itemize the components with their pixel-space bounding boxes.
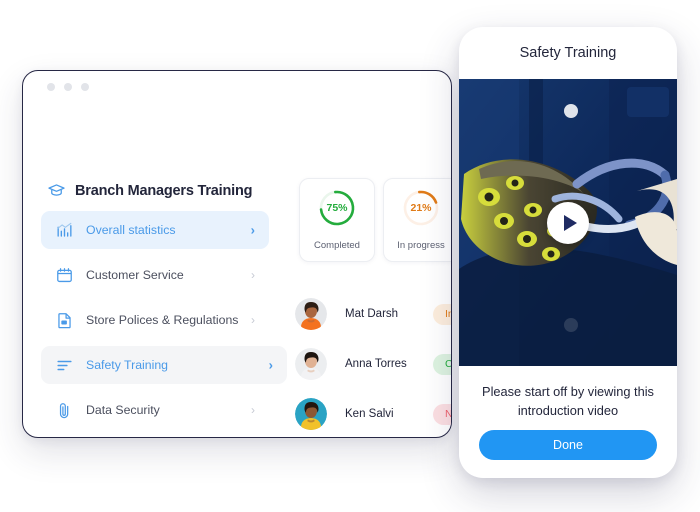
stat-value: 75% [326, 202, 348, 214]
list-item[interactable]: Mat Darsh In progress [295, 289, 451, 339]
avatar [295, 398, 327, 430]
status-badge: Completed [433, 353, 451, 375]
page-title: Branch Managers Training [75, 182, 253, 199]
sidebar-item-label: Safety Training [86, 358, 169, 372]
sidebar-item-label: Customer Service [86, 268, 184, 282]
user-name: Anna Torres [345, 358, 407, 370]
list-item[interactable]: Anna Torres Completed [295, 339, 451, 389]
chevron-right-icon: › [268, 357, 273, 373]
user-name: Ken Salvi [345, 408, 394, 420]
document-icon [55, 311, 86, 330]
phone-screen-title: Safety Training [519, 45, 617, 61]
progress-ring-completed: 75% [317, 188, 357, 228]
stat-card-completed[interactable]: 75% Completed [299, 178, 375, 262]
window-titlebar [23, 71, 451, 101]
sidebar: Overall statistics › Customer Service › [41, 211, 287, 437]
play-icon[interactable] [547, 201, 589, 244]
sidebar-item-harassment-prevention[interactable]: Harassment Prevention › [41, 436, 269, 437]
chevron-right-icon: › [251, 268, 255, 282]
sidebar-item-label: Overall statistics [86, 223, 176, 237]
list-item[interactable]: Ken Salvi Not started [295, 389, 451, 437]
user-name: Mat Darsh [345, 308, 399, 320]
page-title-row: Branch Managers Training [47, 181, 253, 200]
chevron-right-icon: › [251, 313, 255, 327]
stats-cards: 75% Completed 21% In progress [299, 178, 451, 262]
chevron-right-icon: › [251, 403, 255, 417]
window-minimize-dot[interactable] [64, 83, 72, 91]
screenshot-stage: Branch Managers Training Overall statist… [0, 0, 700, 512]
chevron-right-icon: › [250, 222, 255, 238]
done-button[interactable]: Done [479, 430, 657, 460]
stat-label: In progress [397, 240, 445, 251]
play-triangle [563, 214, 577, 231]
progress-ring-in-progress: 21% [401, 188, 441, 228]
phone-mockup: Safety Training Please start off by view… [459, 27, 677, 478]
sidebar-item-store-polices-regulations[interactable]: Store Polices & Regulations › [41, 301, 269, 339]
avatar [295, 298, 327, 330]
sidebar-item-data-security[interactable]: Data Security › [41, 391, 269, 429]
phone-instruction-text: Please start off by viewing this introdu… [482, 384, 654, 418]
calendar-icon [55, 266, 86, 285]
sidebar-item-label: Store Polices & Regulations [86, 313, 239, 327]
video-player[interactable] [459, 79, 677, 366]
stat-label: Completed [314, 240, 360, 251]
status-badge: Not started [433, 403, 451, 425]
chart-bar-icon [55, 221, 86, 240]
lines-icon [55, 356, 86, 375]
stat-value: 21% [410, 202, 432, 214]
sidebar-item-overall-statistics[interactable]: Overall statistics › [41, 211, 269, 249]
window-maximize-dot[interactable] [81, 83, 89, 91]
stat-card-in-progress[interactable]: 21% In progress [383, 178, 451, 262]
sidebar-item-customer-service[interactable]: Customer Service › [41, 256, 269, 294]
user-list: Mat Darsh In progress Anna Torres Comple… [295, 289, 451, 437]
sidebar-item-safety-training[interactable]: Safety Training › [41, 346, 287, 384]
desktop-window: Branch Managers Training Overall statist… [22, 70, 452, 438]
paperclip-icon [55, 401, 86, 420]
status-badge: In progress [433, 303, 451, 325]
graduation-cap-icon [47, 181, 66, 200]
sidebar-item-label: Data Security [86, 403, 160, 417]
avatar [295, 348, 327, 380]
window-close-dot[interactable] [47, 83, 55, 91]
